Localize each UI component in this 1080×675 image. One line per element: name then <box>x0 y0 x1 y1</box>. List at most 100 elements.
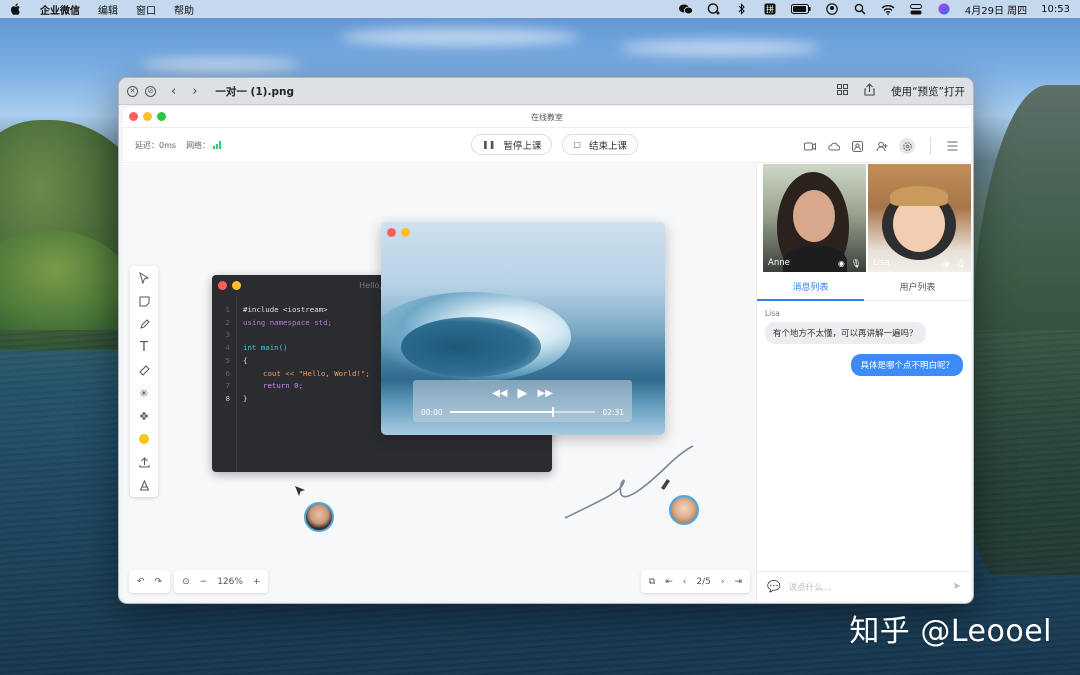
zoom-out-icon[interactable]: − <box>200 577 208 587</box>
video-controls: ◀◀ ▶ ▶▶ 00:00 02:31 <box>413 380 632 422</box>
canvas-bottom-controls: ↶ ↷ ⊙ − 126% + <box>129 570 269 593</box>
menu-app-name[interactable]: 企业微信 <box>40 2 80 17</box>
undo-icon[interactable]: ↶ <box>137 577 145 587</box>
code-line: 7 return 0; <box>225 381 304 391</box>
webcam-icon[interactable]: ◉ <box>943 259 950 268</box>
webcam-icon[interactable]: ◉ <box>838 259 845 268</box>
control-center-icon[interactable] <box>909 3 923 15</box>
video-close-button[interactable] <box>387 228 396 237</box>
pen-tool-icon[interactable] <box>137 317 151 331</box>
code-line: 6 cout << "Hello, World!"; <box>225 368 370 378</box>
send-icon[interactable]: ➤ <box>953 581 961 592</box>
code-minimize-button[interactable] <box>232 281 241 290</box>
pages-icon[interactable]: ⧉ <box>649 577 655 587</box>
chat-input[interactable]: 说点什么... <box>789 581 831 593</box>
close-window-button[interactable] <box>129 112 138 121</box>
signal-icon <box>213 141 222 149</box>
code-line: 3 <box>225 330 230 340</box>
menu-help[interactable]: 帮助 <box>174 2 194 17</box>
fit-view-icon[interactable]: ⊙ <box>182 577 190 587</box>
whiteboard-canvas[interactable]: T ✳ ✥ Hello, 1 #include <iostream> 2 usi… <box>123 164 756 601</box>
hide-icon[interactable]: ⊘ <box>145 85 156 97</box>
menubar-date[interactable]: 4月29日 周四 <box>965 2 1027 17</box>
participant-tile-lisa[interactable]: Lisa ◉ 🎙 <box>868 164 971 272</box>
student-avatar-pin <box>669 495 699 525</box>
drawing-toolbar: T ✳ ✥ <box>130 266 158 497</box>
laser-pointer-tool-icon[interactable]: ✳ <box>137 386 151 400</box>
color-picker-icon[interactable] <box>137 432 151 446</box>
code-line: 5{ <box>225 355 248 365</box>
siri-icon[interactable] <box>937 3 951 15</box>
move-tool-icon[interactable]: ✥ <box>137 409 151 423</box>
open-with-preview-button[interactable]: 使用“预览”打开 <box>891 84 965 99</box>
rewind-icon[interactable]: ◀◀ <box>492 388 507 399</box>
screen-share-icon[interactable] <box>851 140 864 153</box>
zoom-in-icon[interactable]: + <box>253 577 261 587</box>
video-minimize-button[interactable] <box>401 228 410 237</box>
settings-icon[interactable] <box>899 138 915 154</box>
code-line: 2 using namespace std; <box>225 317 332 327</box>
stop-icon: ▢ <box>573 140 581 149</box>
first-page-icon[interactable]: ⇤ <box>665 577 673 587</box>
end-class-button[interactable]: ▢ 结束上课 <box>562 134 638 155</box>
pause-icon: ❚❚ <box>482 140 496 149</box>
menu-window[interactable]: 窗口 <box>136 2 156 17</box>
sticky-note-tool-icon[interactable] <box>137 294 151 308</box>
right-panel: Anne ◉ 🎙 Lisa ◉ 🎙 消息列表 用户列表 Lisa 有个地方不太懂，可… <box>756 164 971 601</box>
video-tiles: Anne ◉ 🎙 Lisa ◉ 🎙 <box>757 164 971 272</box>
code-window-title: Hello, <box>359 281 382 290</box>
tab-messages[interactable]: 消息列表 <box>757 272 864 301</box>
forward-icon[interactable]: › <box>192 84 197 99</box>
eraser-tool-icon[interactable] <box>137 363 151 377</box>
microphone-icon[interactable]: 🎙 <box>851 259 861 268</box>
menu-icon[interactable] <box>946 140 959 153</box>
apple-icon[interactable] <box>10 3 22 15</box>
code-listing: 1 #include <iostream> 2 using namespace st… <box>212 304 370 406</box>
camera-icon[interactable] <box>803 140 816 153</box>
share-icon[interactable] <box>864 83 875 99</box>
battery-icon[interactable] <box>790 3 811 15</box>
video-player-window[interactable]: ◀◀ ▶ ▶▶ 00:00 02:31 <box>381 222 665 435</box>
cursor-tool-icon[interactable] <box>137 271 151 285</box>
clear-tool-icon[interactable] <box>137 478 151 492</box>
classroom-app-window: 在线教室 延迟： 0ms 网络： ❚❚ 暂停上课 ▢ 结束上课 T ✳ ✥ He… <box>123 107 971 601</box>
menu-edit[interactable]: 编辑 <box>98 2 118 17</box>
last-page-icon[interactable]: ⇥ <box>734 577 742 587</box>
cloud-icon[interactable] <box>827 140 840 153</box>
bluetooth-icon[interactable] <box>735 3 749 15</box>
video-duration: 02:31 <box>602 408 624 417</box>
menubar-time[interactable]: 10:53 <box>1041 4 1070 15</box>
video-elapsed: 00:00 <box>421 408 443 417</box>
preview-toolbar: ✕ ⊘ ‹ › 一对一 (1).png 使用“预览”打开 <box>119 78 973 105</box>
back-icon[interactable]: ‹ <box>171 84 176 99</box>
redo-icon[interactable]: ↷ <box>155 577 163 587</box>
toolbar-divider <box>930 137 931 155</box>
upload-tool-icon[interactable] <box>137 455 151 469</box>
code-line: 8} <box>225 393 248 403</box>
pause-class-button[interactable]: ❚❚ 暂停上课 <box>471 134 553 155</box>
messages-icon[interactable] <box>707 3 721 15</box>
code-close-button[interactable] <box>218 281 227 290</box>
add-user-icon[interactable] <box>875 140 888 153</box>
app-title: 在线教室 <box>531 112 563 122</box>
user-account-icon[interactable] <box>825 3 839 15</box>
wifi-icon[interactable] <box>881 3 895 15</box>
pause-class-label: 暂停上课 <box>503 140 542 152</box>
text-tool-icon[interactable]: T <box>137 340 151 355</box>
prev-page-icon[interactable]: ‹ <box>683 577 687 587</box>
zoom-window-button[interactable] <box>157 112 166 121</box>
participant-tile-anne[interactable]: Anne ◉ 🎙 <box>763 164 866 272</box>
tab-users[interactable]: 用户列表 <box>864 272 971 300</box>
play-icon[interactable]: ▶ <box>518 386 528 401</box>
search-icon[interactable] <box>853 3 867 15</box>
microphone-icon[interactable]: 🎙 <box>956 259 966 268</box>
wechat-icon[interactable] <box>678 3 693 15</box>
next-page-icon[interactable]: › <box>721 577 725 587</box>
grid-view-icon[interactable] <box>837 84 849 98</box>
input-method-icon[interactable]: 拼 <box>763 3 777 15</box>
video-progress-bar[interactable] <box>450 407 595 417</box>
outgoing-message: 具体是哪个点不明白呢？ <box>851 354 963 376</box>
minimize-window-button[interactable] <box>143 112 152 121</box>
fast-forward-icon[interactable]: ▶▶ <box>538 388 553 399</box>
close-icon[interactable]: ✕ <box>127 85 138 97</box>
